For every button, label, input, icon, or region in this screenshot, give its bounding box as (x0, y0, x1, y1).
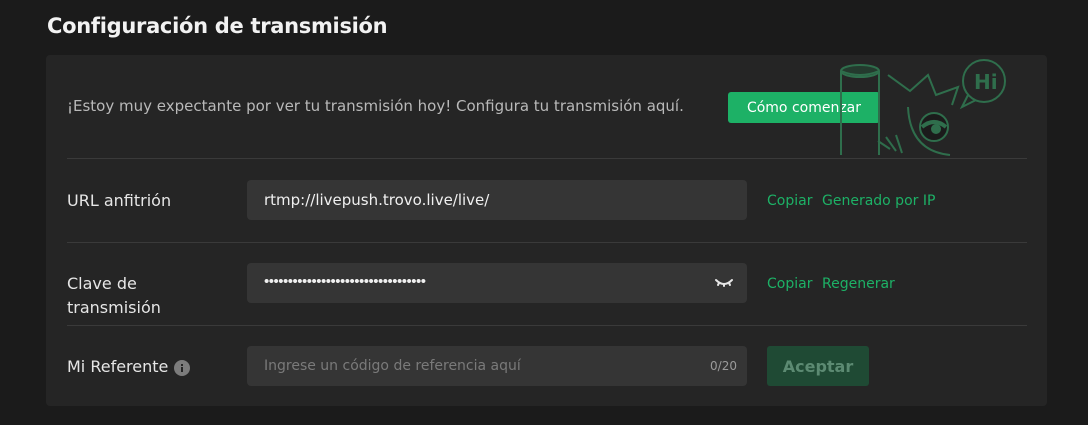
referral-field[interactable]: 0/20 (247, 346, 747, 386)
divider (67, 242, 1027, 243)
stream-settings-panel: ¡Estoy muy expectante por ver tu transmi… (46, 55, 1047, 406)
referral-code-input[interactable] (247, 346, 747, 386)
stream-key-label-line2: transmisión (67, 298, 161, 317)
host-url-label: URL anfitrión (67, 191, 172, 210)
intro-text: ¡Estoy muy expectante por ver tu transmi… (67, 97, 684, 115)
stream-key-label-line1: Clave de (67, 274, 137, 293)
eye-closed-icon[interactable] (714, 276, 734, 290)
info-icon[interactable] (174, 360, 190, 376)
stream-key-masked-value[interactable]: •••••••••••••••••••••••••••••••••• (264, 263, 426, 301)
stream-key-field[interactable]: •••••••••••••••••••••••••••••••••• (247, 263, 747, 303)
copy-host-url-link[interactable]: Copiar (767, 193, 812, 209)
divider (67, 158, 1027, 159)
stream-key-label: Clave de transmisión (67, 272, 161, 320)
host-url-field[interactable]: rtmp://livepush.trovo.live/live/ (247, 180, 747, 220)
referral-label: Mi Referente (67, 357, 169, 376)
page-title: Configuración de transmisión (47, 14, 388, 38)
divider (67, 325, 1027, 326)
host-url-value[interactable]: rtmp://livepush.trovo.live/live/ (264, 180, 489, 220)
generated-by-ip-link[interactable]: Generado por IP (822, 193, 935, 209)
mascot-illustration: Hi (840, 59, 1006, 156)
copy-stream-key-link[interactable]: Copiar (767, 276, 812, 292)
regenerate-stream-key-link[interactable]: Regenerar (822, 276, 895, 292)
mascot-bubble-text: Hi (974, 70, 998, 94)
referral-char-counter: 0/20 (710, 359, 737, 373)
accept-referral-button[interactable]: Aceptar (767, 346, 869, 386)
